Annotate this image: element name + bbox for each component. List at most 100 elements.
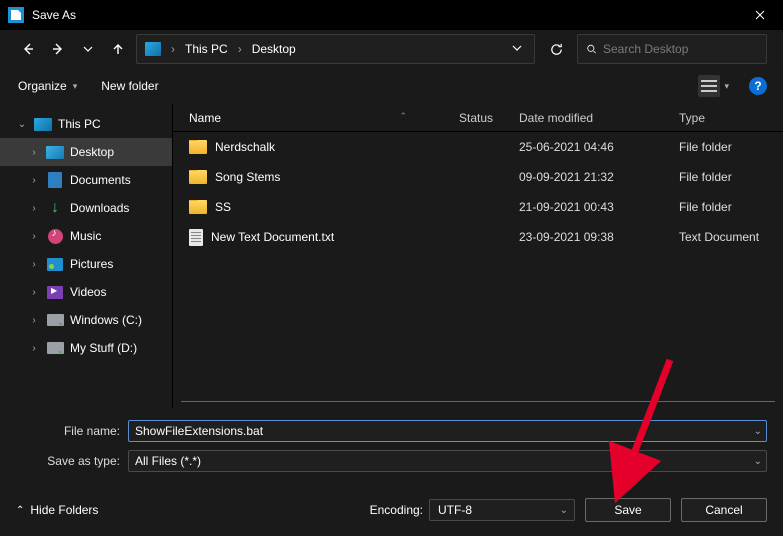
file-date: 21-09-2021 00:43 xyxy=(513,200,673,214)
arrow-right-icon xyxy=(51,42,65,56)
tree-item-mystuff-d[interactable]: › My Stuff (D:) xyxy=(0,334,172,362)
search-icon xyxy=(586,42,597,56)
file-list: Nerdschalk 25-06-2021 04:46 File folder Son… xyxy=(173,132,783,401)
expand-icon[interactable]: › xyxy=(28,259,40,270)
chevron-down-icon xyxy=(83,44,93,54)
tree-item-windows-c[interactable]: › Windows (C:) xyxy=(0,306,172,334)
nav-row: › This PC › Desktop xyxy=(0,30,783,68)
window-title: Save As xyxy=(32,8,737,22)
tree-item-documents[interactable]: › Documents xyxy=(0,166,172,194)
tree-item-label: Downloads xyxy=(70,201,129,215)
file-type: Text Document xyxy=(673,230,783,244)
help-button[interactable]: ? xyxy=(749,77,767,95)
chevron-down-icon: ⌄ xyxy=(560,505,568,516)
expand-icon[interactable]: › xyxy=(28,147,40,158)
expand-icon[interactable]: › xyxy=(28,315,40,326)
file-date: 25-06-2021 04:46 xyxy=(513,140,673,154)
pictures-icon xyxy=(47,258,63,271)
expand-icon[interactable]: › xyxy=(28,343,40,354)
save-form: File name: ⌄ Save as type: All Files (*.… xyxy=(0,408,783,486)
refresh-button[interactable] xyxy=(541,34,571,64)
pc-icon xyxy=(145,42,161,56)
encoding-control: Encoding: UTF-8 ⌄ xyxy=(370,499,575,521)
sort-asc-icon: ⌃ xyxy=(399,111,407,122)
file-type: File folder xyxy=(673,200,783,214)
tree-item-label: Documents xyxy=(70,173,131,187)
documents-icon xyxy=(48,172,62,188)
col-date[interactable]: Date modified xyxy=(513,111,673,125)
body: ⌄ This PC › Desktop › Documents › ↓ Down… xyxy=(0,104,783,408)
file-name: Nerdschalk xyxy=(215,140,275,154)
tree-item-downloads[interactable]: › ↓ Downloads xyxy=(0,194,172,222)
view-dropdown[interactable]: ▾ xyxy=(724,81,729,92)
drive-icon xyxy=(47,342,64,354)
nav-tree: ⌄ This PC › Desktop › Documents › ↓ Down… xyxy=(0,104,172,408)
new-folder-label: New folder xyxy=(101,79,158,93)
savetype-label: Save as type: xyxy=(16,454,128,468)
expand-icon[interactable]: › xyxy=(28,175,40,186)
hide-folders-button[interactable]: ⌃ Hide Folders xyxy=(16,503,98,517)
save-button[interactable]: Save xyxy=(585,498,671,522)
tree-item-label: Desktop xyxy=(70,145,114,159)
up-button[interactable] xyxy=(106,37,130,61)
recent-button[interactable] xyxy=(76,37,100,61)
collapse-icon[interactable]: ⌄ xyxy=(16,119,28,130)
breadcrumb-root[interactable]: This PC xyxy=(179,38,234,60)
filename-field[interactable]: ⌄ xyxy=(128,420,767,442)
organize-button[interactable]: Organize▾ xyxy=(16,75,79,97)
col-status[interactable]: Status xyxy=(453,111,513,125)
file-row[interactable]: Song Stems09-09-2021 21:32File folder xyxy=(173,162,783,192)
cancel-button[interactable]: Cancel xyxy=(681,498,767,522)
file-date: 09-09-2021 21:32 xyxy=(513,170,673,184)
music-icon xyxy=(48,229,63,244)
tree-item-label: Windows (C:) xyxy=(70,313,142,327)
footer: ⌃ Hide Folders Encoding: UTF-8 ⌄ Save Ca… xyxy=(0,486,783,536)
col-type[interactable]: Type xyxy=(673,111,783,125)
hide-folders-label: Hide Folders xyxy=(30,503,98,517)
file-date: 23-09-2021 09:38 xyxy=(513,230,673,244)
chevron-up-icon: ⌃ xyxy=(16,505,24,516)
folder-icon xyxy=(189,200,207,214)
close-icon xyxy=(755,10,765,20)
column-headers: Name⌃ Status Date modified Type xyxy=(173,104,783,132)
breadcrumb-current[interactable]: Desktop xyxy=(246,38,302,60)
divider xyxy=(181,401,775,402)
tree-root-this-pc[interactable]: ⌄ This PC xyxy=(0,110,172,138)
new-folder-button[interactable]: New folder xyxy=(99,75,160,97)
view-mode-button[interactable] xyxy=(698,75,720,97)
file-row[interactable]: Nerdschalk25-06-2021 04:46File folder xyxy=(173,132,783,162)
app-icon xyxy=(8,7,24,23)
chevron-right-icon[interactable]: › xyxy=(169,42,177,56)
caret-down-icon: ▾ xyxy=(73,81,78,92)
tree-item-pictures[interactable]: › Pictures xyxy=(0,250,172,278)
refresh-icon xyxy=(549,42,564,57)
filename-input[interactable] xyxy=(135,424,760,438)
chevron-down-icon[interactable]: ⌄ xyxy=(754,456,762,467)
close-button[interactable] xyxy=(737,0,783,30)
file-name: SS xyxy=(215,200,231,214)
file-name: Song Stems xyxy=(215,170,280,184)
file-row[interactable]: SS 21-09-2021 00:43File folder xyxy=(173,192,783,222)
encoding-value: UTF-8 xyxy=(438,503,472,517)
tree-item-videos[interactable]: › Videos xyxy=(0,278,172,306)
expand-icon[interactable]: › xyxy=(28,231,40,242)
videos-icon xyxy=(47,286,63,299)
drive-icon xyxy=(47,314,64,326)
back-button[interactable] xyxy=(16,37,40,61)
expand-icon[interactable]: › xyxy=(28,287,40,298)
file-row[interactable]: New Text Document.txt23-09-2021 09:38Tex… xyxy=(173,222,783,252)
expand-icon[interactable]: › xyxy=(28,203,40,214)
tree-item-label: Music xyxy=(70,229,101,243)
savetype-field[interactable]: All Files (*.*) ⌄ xyxy=(128,450,767,472)
tree-item-desktop[interactable]: › Desktop xyxy=(0,138,172,166)
forward-button[interactable] xyxy=(46,37,70,61)
address-bar[interactable]: › This PC › Desktop xyxy=(136,34,535,64)
encoding-select[interactable]: UTF-8 ⌄ xyxy=(429,499,575,521)
chevron-down-icon[interactable]: ⌄ xyxy=(754,426,762,437)
address-dropdown[interactable] xyxy=(504,38,530,60)
tree-item-music[interactable]: › Music xyxy=(0,222,172,250)
search-box[interactable] xyxy=(577,34,767,64)
col-name[interactable]: Name⌃ xyxy=(183,111,453,125)
search-input[interactable] xyxy=(603,42,758,56)
chevron-right-icon[interactable]: › xyxy=(236,42,244,56)
